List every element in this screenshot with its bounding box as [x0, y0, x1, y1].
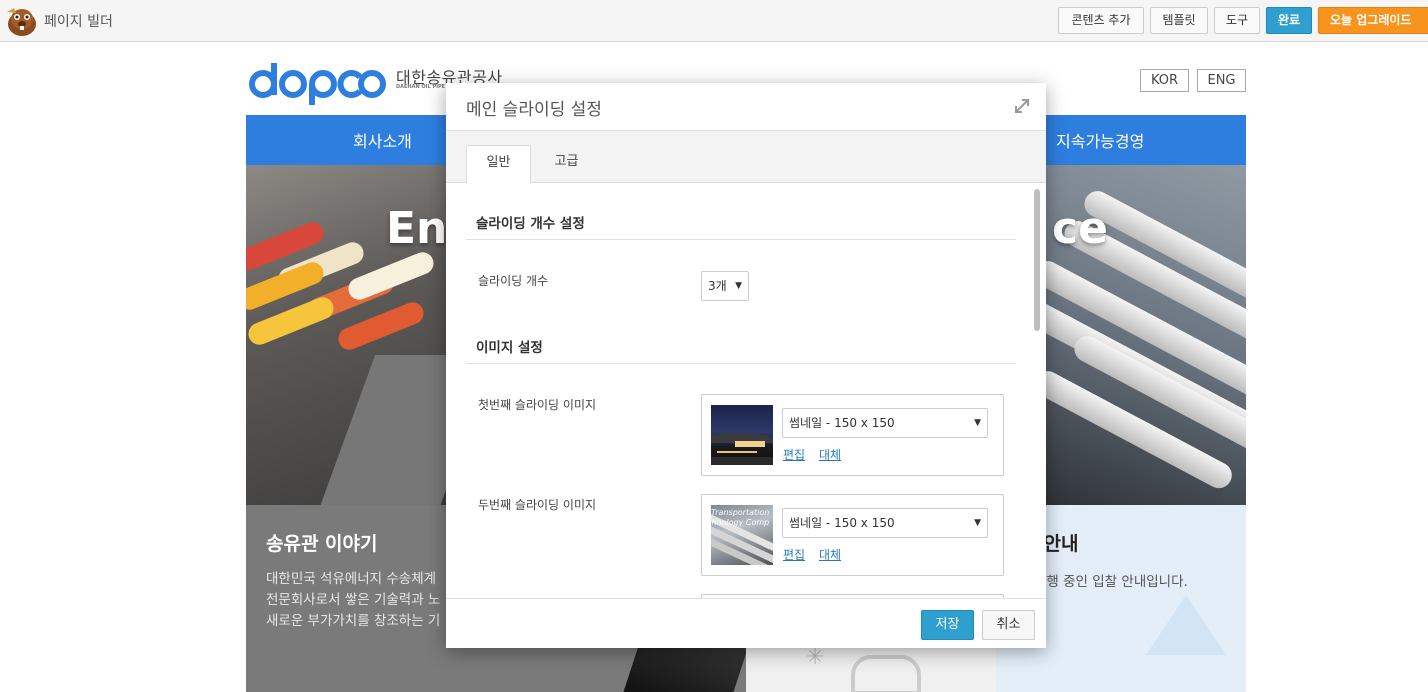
second-image-card: Transportation chnology Comp 썸네일 - 150 x… [701, 494, 1004, 576]
done-button[interactable]: 완료 [1266, 7, 1312, 34]
story-line: 전문회사로서 쌓은 기술력과 노 [266, 592, 441, 608]
second-image-thumbnail[interactable]: Transportation chnology Comp [711, 505, 773, 565]
first-image-size-select[interactable]: 썸네일 - 150 x 150 ▼ [782, 408, 988, 438]
hero-slogan-left: En [386, 203, 448, 254]
brand-english-name: DAEHAN OIL PIPE [396, 84, 446, 90]
section-title-image: 이미지 설정 [476, 340, 543, 356]
hero-slogan-right: ce [1052, 203, 1108, 254]
thumbnail-caption: Transportation [711, 508, 770, 517]
modal-body: 슬라이딩 개수 설정 슬라이딩 개수 3개 ▼ 이미지 설정 첫번째 슬라이딩 … [446, 183, 1046, 598]
nav-item-sustainability[interactable]: 지속가능경영 [1056, 128, 1144, 152]
bid-text: 진행 중인 입찰 안내입니다. [1034, 574, 1188, 590]
save-button[interactable]: 저장 [921, 610, 974, 640]
section-divider [466, 363, 1016, 364]
first-image-label: 첫번째 슬라이딩 이미지 [478, 398, 597, 412]
slider-settings-modal: 메인 슬라이딩 설정 일반 고급 슬라이딩 개수 설정 슬라이딩 개수 3개 ▼… [446, 83, 1046, 648]
story-line: 새로운 부가가치를 창조하는 기 [266, 613, 441, 629]
lang-eng-button[interactable]: ENG [1197, 69, 1246, 92]
second-image-size-value: 썸네일 - 150 x 150 [789, 516, 895, 530]
section-title-count: 슬라이딩 개수 설정 [476, 216, 585, 232]
modal-header: 메인 슬라이딩 설정 [446, 83, 1046, 131]
first-image-card: 썸네일 - 150 x 150 ▼ 편집 대체 [701, 394, 1004, 476]
upgrade-button[interactable]: 오늘 업그레이드 [1318, 7, 1428, 34]
dopco-logo [249, 63, 386, 105]
app-title: 페이지 빌더 [44, 14, 113, 30]
tools-button[interactable]: 도구 [1214, 7, 1260, 34]
caret-down-icon: ▼ [974, 518, 981, 528]
lang-kor-button[interactable]: KOR [1140, 69, 1189, 92]
nav-item-company[interactable]: 회사소개 [353, 128, 412, 152]
slide-count-label: 슬라이딩 개수 [478, 274, 549, 288]
add-content-button[interactable]: 콘텐츠 추가 [1058, 7, 1144, 34]
cancel-button[interactable]: 취소 [982, 610, 1035, 640]
snow-decoration-icon: ✳ [806, 645, 825, 670]
caret-down-icon: ▼ [735, 281, 742, 291]
second-image-size-select[interactable]: 썸네일 - 150 x 150 ▼ [782, 508, 988, 538]
slide-count-value: 3개 [708, 279, 727, 293]
story-title: 송유관 이야기 [266, 533, 378, 555]
thumbnail-caption: chnology Comp [711, 518, 770, 527]
builder-toolbar: 페이지 빌더 콘텐츠 추가 템플릿 도구 완료 오늘 업그레이드 [0, 0, 1428, 42]
modal-title: 메인 슬라이딩 설정 [466, 100, 602, 120]
modal-scrollbar[interactable] [1034, 189, 1040, 331]
first-image-edit-link[interactable]: 편집 [783, 446, 805, 463]
first-image-thumbnail[interactable] [711, 405, 773, 465]
slide-count-select[interactable]: 3개 ▼ [701, 271, 749, 301]
modal-tabs: 일반 고급 [446, 131, 1046, 184]
caret-down-icon: ▼ [974, 418, 981, 428]
tab-general[interactable]: 일반 [466, 145, 531, 184]
second-image-replace-link[interactable]: 대체 [819, 546, 841, 563]
expand-icon[interactable] [1013, 97, 1031, 115]
first-image-size-value: 썸네일 - 150 x 150 [789, 416, 895, 430]
beaver-mascot-icon [4, 4, 40, 38]
modal-footer: 저장 취소 [446, 598, 1046, 648]
story-text: 대한민국 석유에너지 수송체계 전문회사로서 쌓은 기술력과 노 새로운 부가가… [266, 569, 466, 632]
second-image-label: 두번째 슬라이딩 이미지 [478, 498, 597, 512]
second-image-edit-link[interactable]: 편집 [783, 546, 805, 563]
cloud-decoration-icon [851, 655, 921, 692]
pattern-decoration [1146, 595, 1226, 655]
tab-advanced[interactable]: 고급 [534, 145, 599, 183]
template-button[interactable]: 템플릿 [1150, 7, 1208, 34]
story-line: 대한민국 석유에너지 수송체계 [266, 571, 437, 587]
section-divider [466, 239, 1016, 240]
first-image-replace-link[interactable]: 대체 [819, 446, 841, 463]
